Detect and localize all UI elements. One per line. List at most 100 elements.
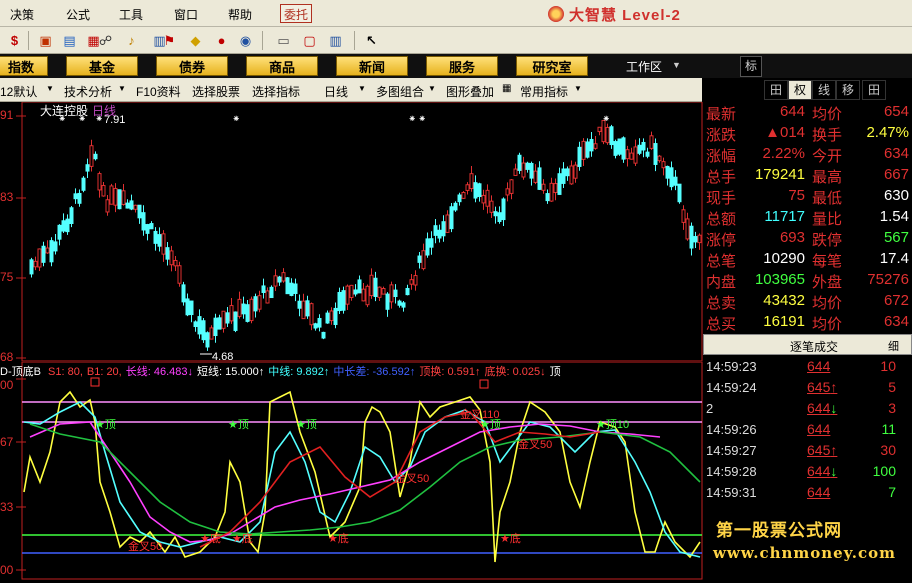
candle [141,212,146,231]
toolbar: $ ▣ ▤ ▦ ☍ ♪ ▥ ⚑ ◆ ● ◉ ▭ ▢ ▥ ↖ [0,27,912,54]
disc-icon[interactable]: ◉ [236,31,255,50]
candle [41,245,46,263]
candle [89,145,94,167]
menu-decision[interactable]: 决策 [10,6,34,23]
tab-line[interactable]: 线 [812,80,836,100]
side-tabs: 田 权 线 移 田 [702,78,912,102]
overlay-chart[interactable]: 图形叠加 [446,83,494,100]
arrow-up-icon: ↑ [830,379,838,395]
tab-biao[interactable]: 标 [740,56,762,77]
window-icon[interactable]: ▢ [300,31,319,50]
trade-price: 644↓ [807,463,838,479]
candle [637,144,642,154]
candle [225,312,230,324]
multi-chart[interactable]: 多图组合 [376,83,424,100]
chevron-down-icon[interactable]: ▼ [574,84,582,93]
ind-axis-label: 00 [0,563,14,577]
money-icon[interactable]: ▣ [36,31,55,50]
quote-label: 总笔 [706,253,737,270]
binoculars-icon[interactable]: ☍ [96,31,115,50]
tab-grid-2[interactable]: 田 [862,80,886,100]
tab-rights[interactable]: 权 [788,80,812,100]
flag-icon[interactable]: ⚑ [160,31,179,50]
candle [345,285,350,305]
candle [373,277,378,297]
candle [493,211,498,217]
tech-analysis[interactable]: 技术分析 [64,83,112,100]
tab-move[interactable]: 移 [836,80,860,100]
candle [285,277,290,295]
quote-row: 最新 644 均价 654 [703,102,912,123]
candle [181,284,186,303]
candle [177,265,182,284]
candle [253,296,258,312]
candle [553,183,558,194]
quote-value: 179241 [754,166,805,183]
cat-news[interactable]: 新闻 [336,56,408,76]
candle [409,279,414,285]
indicator-chart[interactable]: ★顶 ★顶 ★顶 ★顶 ★顶10 ★底 ★底 ★底 ★底 金叉50 金叉50 金叉50 金叉110 [0,361,703,580]
menu-tools[interactable]: 工具 [119,6,143,23]
indicator-marker: ★顶 [95,418,116,431]
help-pointer-icon[interactable]: ↖ [362,31,381,50]
candle [453,202,458,211]
kline-chart[interactable]: ⁕ ⁕ ⁕ ⁕ ⁕ ⁕ ⁕ [0,101,703,362]
quote-value: 693 [779,229,805,246]
select-indicator[interactable]: 选择指标 [252,83,300,100]
trades-detail-button[interactable]: 细 [888,338,899,354]
workspace-dropdown-icon[interactable]: ▼ [672,60,681,70]
f10-info[interactable]: F10资料 [136,83,181,100]
bell-icon[interactable]: ♪ [122,31,141,50]
book-icon[interactable]: ▥ [326,31,345,50]
quote-row: 涨停 693 跌停 567 [703,228,912,249]
diamond-icon[interactable]: ◆ [186,31,205,50]
bar-icon[interactable]: ▤ [60,31,79,50]
candle [241,303,246,315]
menu-formula[interactable]: 公式 [66,6,90,23]
trade-row: 14:59:28 644↓ 100 [703,462,912,483]
quote-label: 涨跌 [706,127,737,144]
layout-default[interactable]: 12默认 [0,83,37,100]
candle [625,149,630,160]
ind-axis-label: 33 [0,500,14,514]
quote-value: 630 [883,187,909,204]
chevron-down-icon[interactable]: ▼ [46,84,54,93]
candle [501,198,506,221]
candle [145,224,150,234]
candle [273,275,278,287]
period-daily[interactable]: 日线 [324,83,348,100]
candle [361,288,366,302]
trade-price: 645↑ [807,442,838,458]
menu-trade[interactable]: 委托 [280,4,313,23]
cat-fund[interactable]: 基金 [66,56,138,76]
calendar-icon[interactable]: ▦ [502,83,511,94]
cat-commodity[interactable]: 商品 [246,56,318,76]
candle [201,320,206,341]
cat-index[interactable]: 指数 [0,56,48,76]
quote-row: 内盘 103965 外盘 75276 [703,270,912,291]
select-stock[interactable]: 选择股票 [192,83,240,100]
cat-bond[interactable]: 债券 [156,56,228,76]
refresh-icon[interactable]: ● [212,31,231,50]
high-price-label: 7.91 [104,114,126,126]
print-icon[interactable]: ▭ [274,31,293,50]
candle [565,168,570,177]
quote-row: 总手 179241 最高 667 [703,165,912,186]
cat-research[interactable]: 研究室 [516,56,588,76]
short-line-series [23,390,701,563]
chevron-down-icon[interactable]: ▼ [428,84,436,93]
cat-service[interactable]: 服务 [426,56,498,76]
chevron-down-icon[interactable]: ▼ [118,84,126,93]
common-indicators[interactable]: 常用指标 [520,83,568,100]
chevron-down-icon[interactable]: ▼ [358,84,366,93]
candle [237,298,242,317]
menu-help[interactable]: 帮助 [228,6,252,23]
workspace-label[interactable]: 工作区 [626,58,662,75]
candle [173,259,178,267]
menu-window[interactable]: 窗口 [174,6,198,23]
tab-grid[interactable]: 田 [764,80,788,100]
candle [397,300,402,306]
trade-row: 14:59:24 645↑ 5 [703,378,912,399]
dollar-icon[interactable]: $ [5,31,24,50]
category-bar: 指数 基金 债券 商品 新闻 服务 研究室 [0,54,912,78]
